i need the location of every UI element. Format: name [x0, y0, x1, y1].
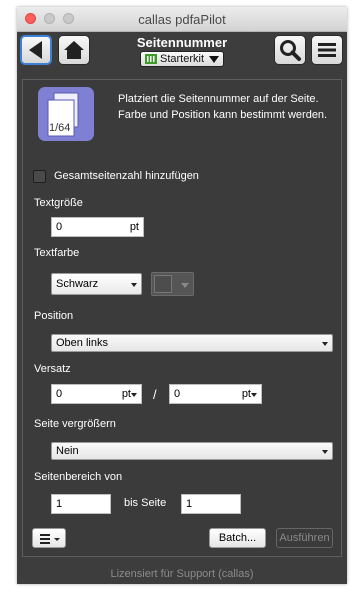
title-bar: callas pdfaPilot	[17, 7, 347, 32]
offset-label: Versatz	[34, 363, 71, 375]
offset-x-value: 0	[56, 388, 63, 400]
enlarge-page-label: Seite vergrößern	[34, 418, 116, 430]
arrow-left-icon	[29, 41, 42, 59]
app-window: callas pdfaPilot Seitennummer Starterkit	[17, 7, 347, 584]
page-range-from-field[interactable]: 1	[51, 494, 111, 514]
color-swatch	[154, 275, 172, 293]
home-button[interactable]	[58, 35, 90, 65]
font-size-label: Textgröße	[34, 197, 83, 209]
offset-y-unit[interactable]: pt	[242, 388, 251, 400]
enlarge-page-select[interactable]: Nein	[51, 442, 333, 460]
back-button[interactable]	[20, 35, 52, 65]
chevron-down-icon	[322, 342, 328, 346]
home-icon	[64, 41, 84, 59]
magnifier-icon	[280, 40, 301, 61]
text-color-label: Textfarbe	[34, 247, 80, 259]
page-range-label: Seitenbereich von	[34, 471, 123, 483]
run-button[interactable]: Ausführen	[276, 528, 333, 548]
window-title: callas pdfaPilot	[138, 12, 226, 27]
toolbar: Seitennummer Starterkit	[17, 32, 347, 76]
page-range-from-value: 1	[56, 498, 63, 510]
font-size-unit: pt	[129, 221, 139, 233]
chevron-down-icon	[181, 283, 189, 288]
enlarge-page-value: Nein	[56, 445, 79, 457]
page-range-to-field[interactable]: 1	[181, 494, 241, 514]
menu-button[interactable]	[311, 35, 343, 65]
offset-y-value: 0	[174, 388, 181, 400]
page-range-to-label: bis Seite	[124, 497, 167, 509]
starterkit-icon	[145, 54, 157, 64]
offset-x-unit[interactable]: pt	[122, 388, 131, 400]
tool-description: Platziert die Seitennummer auf der Seite…	[118, 93, 328, 121]
page-title: Seitennummer	[136, 35, 228, 50]
chevron-down-icon	[322, 450, 328, 454]
starterkit-label: Starterkit	[160, 53, 205, 65]
offset-y-field[interactable]: 0 pt	[169, 384, 262, 404]
position-label: Position	[34, 310, 74, 322]
page-range-to-value: 1	[186, 498, 193, 510]
font-size-field[interactable]: 0 pt	[51, 217, 144, 237]
page-number-thumbnail-icon: 1/64	[38, 87, 94, 141]
total-pages-label: Gesamtseitenzahl hinzufügen	[54, 170, 199, 182]
starterkit-dropdown[interactable]: Starterkit	[140, 51, 224, 67]
options-menu-button[interactable]	[32, 528, 66, 548]
text-color-select[interactable]: Schwarz	[51, 273, 142, 295]
position-select[interactable]: Oben links	[51, 334, 333, 352]
text-color-value: Schwarz	[56, 278, 99, 290]
text-color-picker[interactable]	[151, 272, 194, 296]
chevron-down-icon	[131, 393, 137, 397]
batch-button[interactable]: Batch...	[209, 528, 266, 548]
offset-separator: /	[153, 387, 157, 402]
license-text: Lizensiert für Support (callas)	[110, 568, 254, 580]
position-value: Oben links	[56, 337, 108, 349]
chevron-down-icon	[251, 393, 257, 397]
search-button[interactable]	[274, 35, 306, 65]
chevron-down-icon	[131, 283, 137, 287]
chevron-down-icon	[209, 56, 219, 63]
thumbnail-text: 1/64	[49, 122, 70, 134]
settings-panel: 1/64 Platziert die Seitennummer auf der …	[22, 79, 342, 557]
hamburger-menu-icon	[318, 43, 336, 57]
total-pages-checkbox[interactable]	[33, 170, 46, 183]
offset-x-field[interactable]: 0 pt	[51, 384, 142, 404]
font-size-value: 0	[56, 221, 63, 233]
list-menu-icon	[40, 534, 60, 544]
